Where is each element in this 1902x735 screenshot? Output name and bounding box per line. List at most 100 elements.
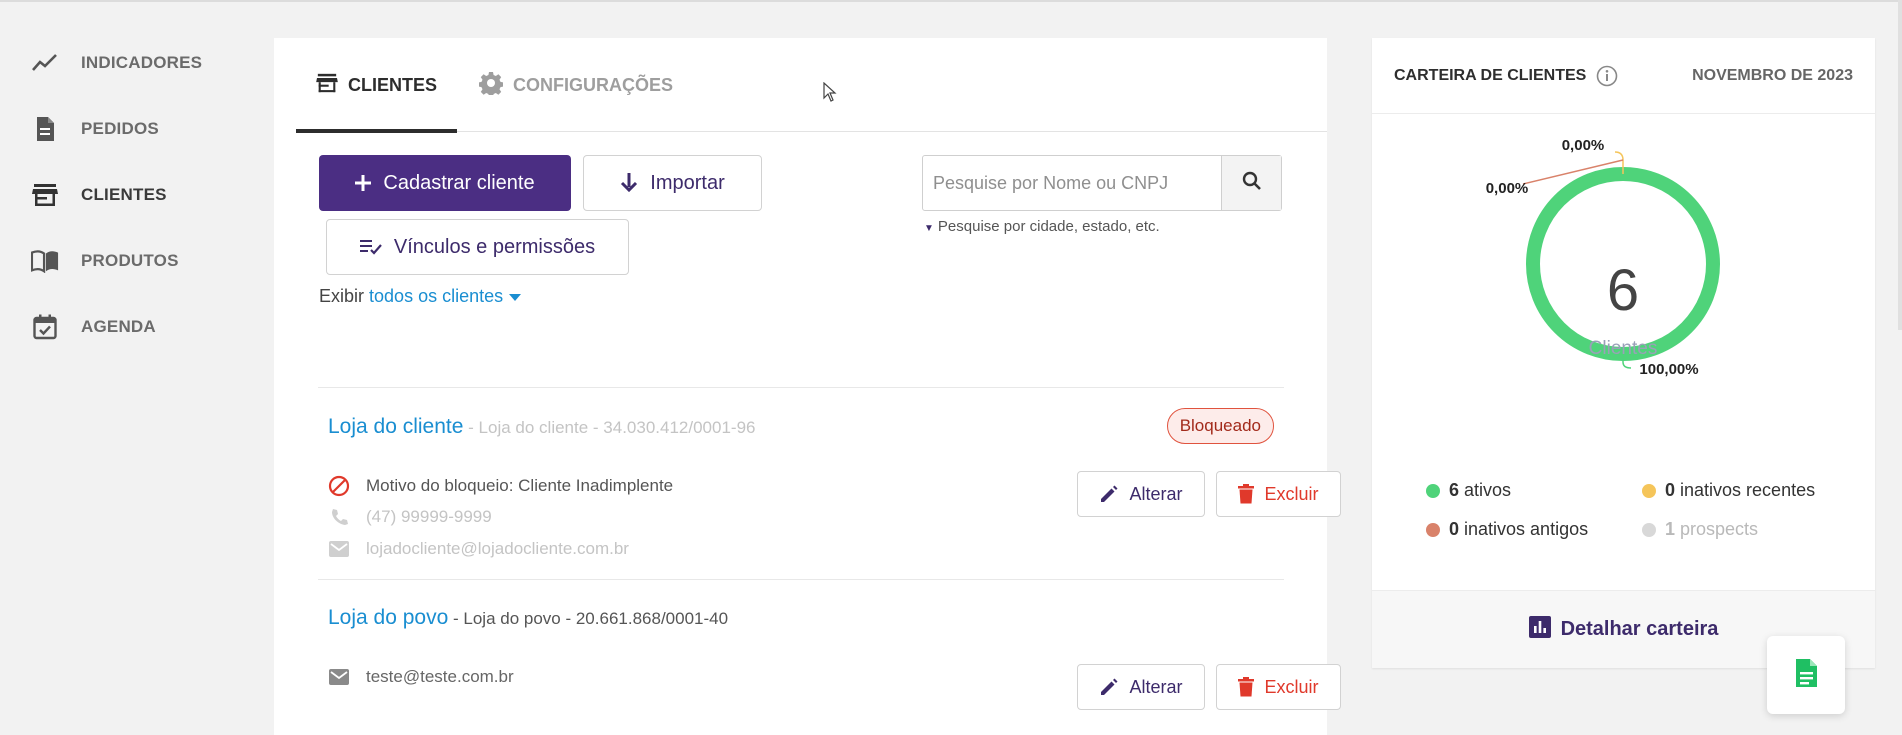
sidebar-item-pedidos[interactable]: PEDIDOS bbox=[0, 96, 260, 162]
caret-down-icon: ▼ bbox=[924, 223, 934, 234]
sidebar-item-label: PRODUTOS bbox=[81, 251, 179, 270]
legend-label: ativos bbox=[1464, 480, 1512, 500]
sidebar-item-clientes[interactable]: CLIENTES bbox=[0, 162, 260, 228]
tab-configuracoes[interactable]: CONFIGURAÇÕES bbox=[459, 38, 693, 132]
search-input[interactable] bbox=[923, 156, 1221, 210]
mouse-cursor-icon bbox=[823, 81, 837, 107]
portfolio-month: NOVEMBRO DE 2023 bbox=[1692, 66, 1853, 84]
legend-item-prospects: 1 prospects bbox=[1642, 519, 1758, 540]
checklist-icon bbox=[359, 239, 382, 255]
filter-row: Exibir todos os clientes bbox=[319, 286, 522, 307]
scrollbar[interactable] bbox=[1898, 0, 1902, 330]
sidebar-item-label: AGENDA bbox=[81, 317, 156, 336]
add-client-button[interactable]: Cadastrar cliente bbox=[319, 155, 571, 211]
legend-label: inativos recentes bbox=[1680, 480, 1816, 500]
trash-icon bbox=[1238, 677, 1255, 697]
store-icon bbox=[31, 181, 59, 209]
links-permissions-label: Vínculos e permissões bbox=[393, 235, 596, 258]
block-icon bbox=[328, 475, 350, 497]
filter-prefix: Exibir bbox=[319, 286, 365, 306]
filter-dropdown[interactable]: todos os clientes bbox=[369, 286, 522, 306]
book-icon bbox=[31, 247, 59, 275]
sidebar-item-label: PEDIDOS bbox=[81, 119, 159, 138]
edit-label: Alterar bbox=[1129, 483, 1183, 504]
client-subtitle: - Loja do cliente - 34.030.412/0001-96 bbox=[463, 418, 756, 437]
gear-icon bbox=[478, 71, 504, 100]
info-icon[interactable] bbox=[1596, 65, 1618, 87]
phone-text: (47) 99999-9999 bbox=[366, 507, 492, 526]
client-name-link[interactable]: Loja do cliente bbox=[328, 415, 463, 438]
search-hint-label: Pesquise por cidade, estado, etc. bbox=[937, 218, 1160, 235]
legend-dot bbox=[1642, 483, 1656, 498]
email-text: lojadocliente@lojadocliente.com.br bbox=[366, 539, 629, 558]
tab-label: CLIENTES bbox=[348, 74, 438, 95]
block-reason-text: Motivo do bloqueio: Cliente Inadimplente bbox=[366, 476, 674, 495]
block-reason-row: Motivo do bloqueio: Cliente Inadimplente bbox=[328, 475, 673, 497]
plus-icon bbox=[355, 175, 372, 191]
legend-count: 6 bbox=[1449, 480, 1460, 500]
legend-label: prospects bbox=[1680, 519, 1759, 539]
legend-count: 0 bbox=[1449, 519, 1460, 539]
legend-dot bbox=[1642, 522, 1656, 537]
sidebar-item-agenda[interactable]: AGENDA bbox=[0, 294, 260, 360]
legend-item-inativos-recentes: 0 inativos recentes bbox=[1642, 480, 1815, 501]
bar-chart-icon bbox=[1528, 616, 1551, 643]
client-title: Loja do cliente - Loja do cliente - 34.0… bbox=[328, 415, 755, 439]
document-icon bbox=[31, 115, 59, 143]
legend-item-inativos-antigos: 0 inativos antigos bbox=[1426, 519, 1588, 540]
client-row: Loja do povo - Loja do povo - 20.661.868… bbox=[318, 579, 1341, 735]
tab-label: CONFIGURAÇÕES bbox=[513, 74, 674, 95]
portfolio-title-text: CARTEIRA DE CLIENTES bbox=[1394, 66, 1587, 84]
top-border bbox=[0, 0, 1902, 2]
legend-count: 1 bbox=[1665, 519, 1676, 539]
total-count: 6 bbox=[1607, 258, 1639, 323]
search-hint-link[interactable]: ▼ Pesquise por cidade, estado, etc. bbox=[924, 218, 1160, 235]
store-icon bbox=[316, 73, 338, 98]
sidebar-item-indicadores[interactable]: INDICADORES bbox=[0, 30, 260, 96]
edit-button[interactable]: Alterar bbox=[1077, 471, 1205, 517]
search-button[interactable] bbox=[1221, 156, 1281, 210]
chevron-down-icon bbox=[509, 293, 522, 301]
search-box bbox=[922, 155, 1282, 211]
delete-button[interactable]: Excluir bbox=[1216, 471, 1341, 517]
arrow-down-icon bbox=[620, 173, 638, 193]
legend-dot bbox=[1426, 522, 1440, 537]
mail-icon bbox=[328, 669, 350, 685]
pencil-icon bbox=[1099, 484, 1119, 504]
legend-count: 0 bbox=[1665, 480, 1676, 500]
import-button[interactable]: Importar bbox=[583, 155, 762, 211]
email-text: teste@teste.com.br bbox=[366, 667, 514, 686]
trash-icon bbox=[1238, 484, 1255, 504]
edit-label: Alterar bbox=[1129, 676, 1183, 697]
detail-portfolio-label: Detalhar carteira bbox=[1560, 618, 1719, 640]
delete-label: Excluir bbox=[1264, 676, 1319, 697]
portfolio-donut-chart: 0,00% 0,00% 100,00% 6 Clientes bbox=[1486, 137, 1720, 378]
pencil-icon bbox=[1099, 677, 1119, 697]
mail-icon bbox=[328, 541, 350, 557]
portfolio-card: CARTEIRA DE CLIENTES NOVEMBRO DE 2023 0,… bbox=[1372, 38, 1875, 668]
client-row: Loja do cliente - Loja do cliente - 34.0… bbox=[318, 387, 1341, 579]
client-name-link[interactable]: Loja do povo bbox=[328, 606, 448, 629]
delete-button[interactable]: Excluir bbox=[1216, 664, 1341, 710]
sidebar-item-produtos[interactable]: PRODUTOS bbox=[0, 228, 260, 294]
add-client-label: Cadastrar cliente bbox=[383, 171, 535, 194]
tab-clientes[interactable]: CLIENTES bbox=[296, 38, 458, 133]
delete-label: Excluir bbox=[1264, 483, 1319, 504]
status-badge: Bloqueado bbox=[1166, 408, 1274, 444]
legend-item-ativos: 6 ativos bbox=[1426, 480, 1511, 501]
slice-label: 100,00% bbox=[1639, 361, 1698, 378]
search-icon bbox=[1242, 171, 1262, 196]
phone-row: (47) 99999-9999 bbox=[328, 507, 492, 527]
legend-label: inativos antigos bbox=[1464, 519, 1589, 539]
client-title: Loja do povo - Loja do povo - 20.661.868… bbox=[328, 606, 728, 630]
tab-bar: CLIENTES CONFIGURAÇÕES bbox=[296, 38, 1327, 133]
clients-panel: CLIENTES CONFIGURAÇÕES Cadastrar cliente… bbox=[274, 38, 1341, 735]
trend-line-icon bbox=[31, 49, 59, 77]
edit-button[interactable]: Alterar bbox=[1077, 664, 1205, 710]
filter-value: todos os clientes bbox=[369, 286, 504, 306]
import-label: Importar bbox=[650, 171, 725, 194]
phone-icon bbox=[328, 508, 350, 526]
sidebar-item-label: INDICADORES bbox=[81, 53, 203, 72]
links-permissions-button[interactable]: Vínculos e permissões bbox=[326, 219, 629, 275]
sheet-export-button[interactable] bbox=[1767, 636, 1845, 714]
